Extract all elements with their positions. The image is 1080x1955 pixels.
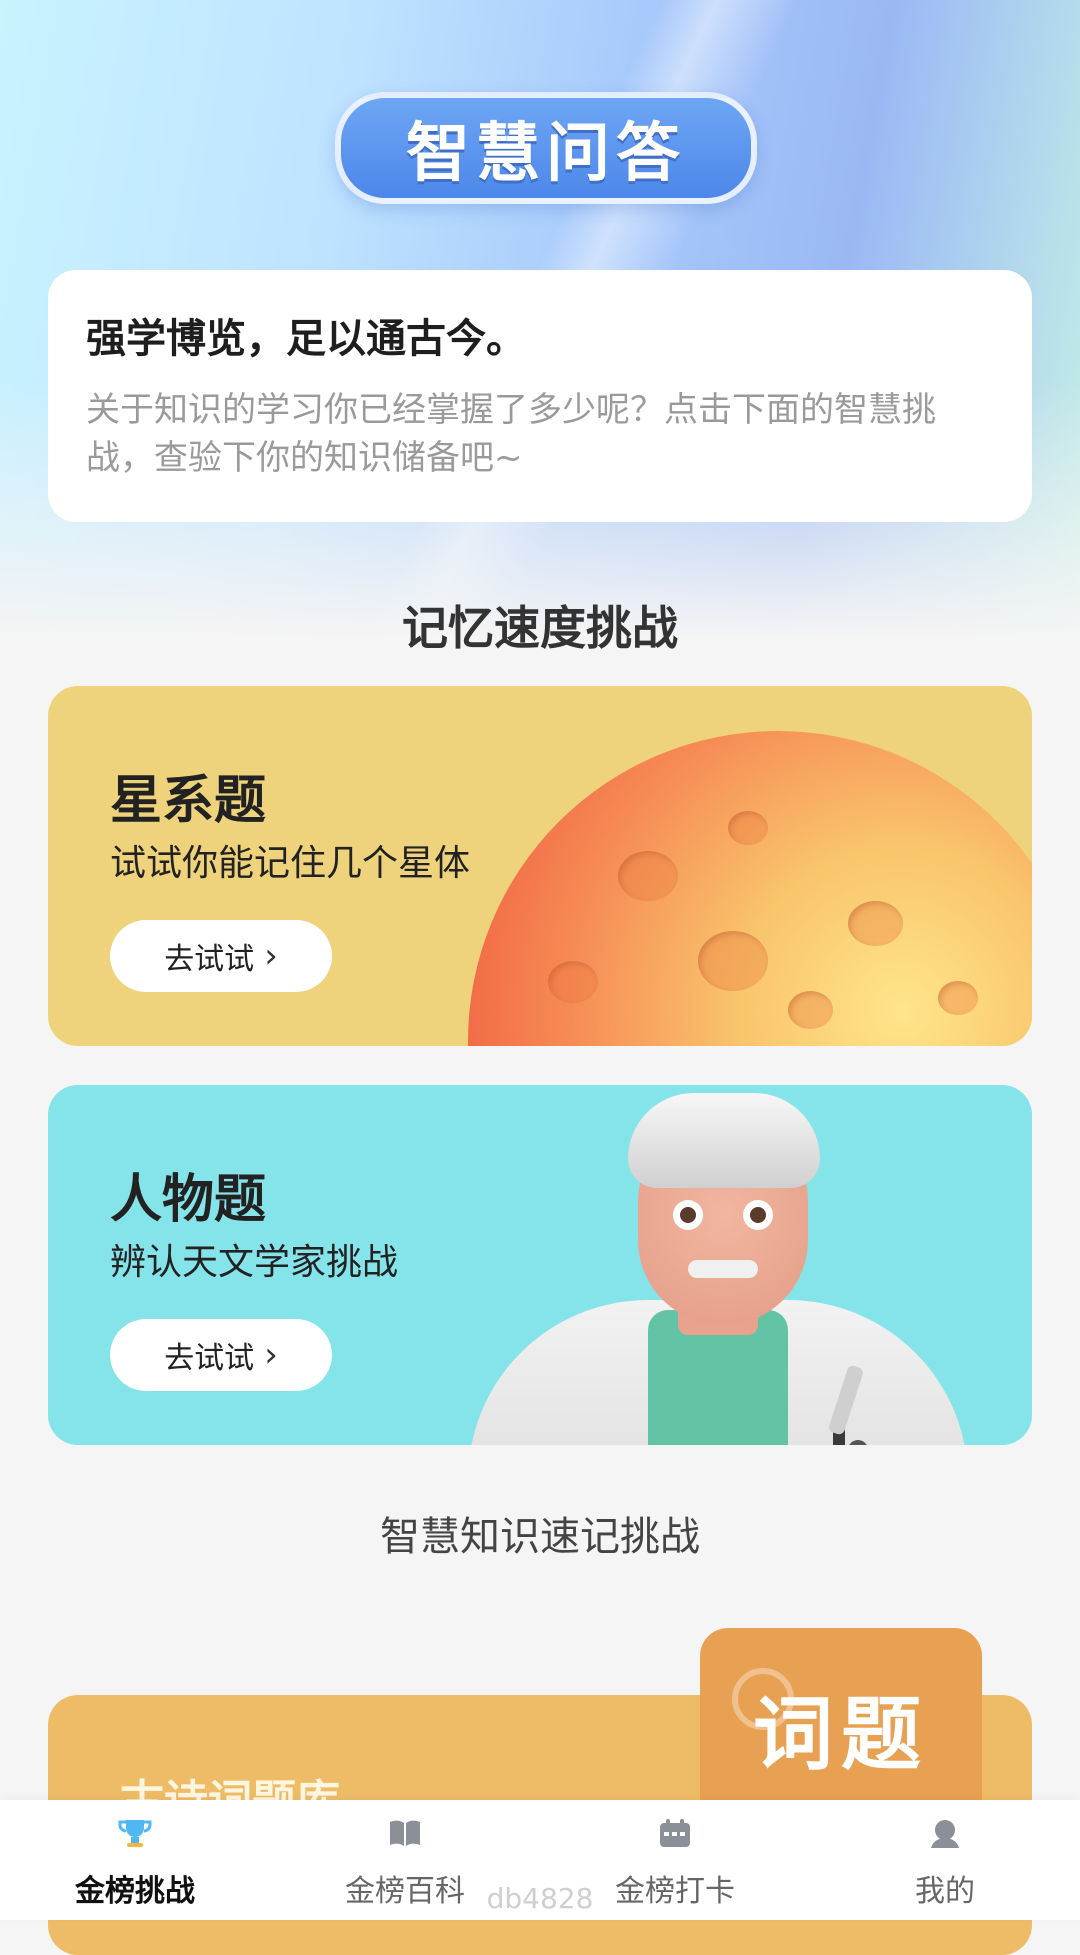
card-title: 星系题 — [110, 771, 267, 831]
intro-heading: 强学博览，足以通古今。 — [86, 316, 526, 362]
card-subtitle: 试试你能记住几个星体 — [110, 843, 471, 884]
intro-card: 强学博览，足以通古今。 关于知识的学习你已经掌握了多少呢？点击下面的智慧挑战，查… — [48, 270, 1032, 522]
try-button-label: 去试试 — [164, 942, 255, 977]
try-button[interactable]: 去试试 › — [110, 920, 332, 992]
watermark: db4828 — [486, 1882, 594, 1915]
ring-decoration — [732, 1668, 794, 1730]
chevron-right-icon: › — [264, 936, 278, 976]
astronomer-quiz-card[interactable]: 人物题 辨认天文学家挑战 去试试 › — [48, 1085, 1032, 1445]
section-title-memory: 记忆速度挑战 — [402, 601, 678, 655]
trophy-icon — [118, 1820, 152, 1847]
calendar-icon — [660, 1819, 690, 1847]
chevron-right-icon: › — [264, 1335, 278, 1375]
user-icon — [931, 1820, 959, 1848]
try-button-label: 去试试 — [164, 1341, 255, 1376]
intro-body: 关于知识的学习你已经掌握了多少呢？点击下面的智慧挑战，查验下你的知识储备吧~ — [86, 390, 936, 478]
page-title: 智慧问答 — [335, 92, 757, 204]
card-title: 人物题 — [110, 1170, 267, 1230]
section-title-knowledge: 智慧知识速记挑战 — [380, 1514, 700, 1560]
try-button[interactable]: 去试试 › — [110, 1319, 332, 1391]
poem-badge: 词题 — [700, 1628, 982, 1828]
microscope-icon — [829, 1365, 867, 1445]
book-icon — [390, 1820, 420, 1846]
galaxy-quiz-card[interactable]: 星系题 试试你能记住几个星体 去试试 › — [48, 686, 1032, 1046]
card-subtitle: 辨认天文学家挑战 — [110, 1242, 399, 1283]
planet-illustration — [468, 731, 1032, 1046]
